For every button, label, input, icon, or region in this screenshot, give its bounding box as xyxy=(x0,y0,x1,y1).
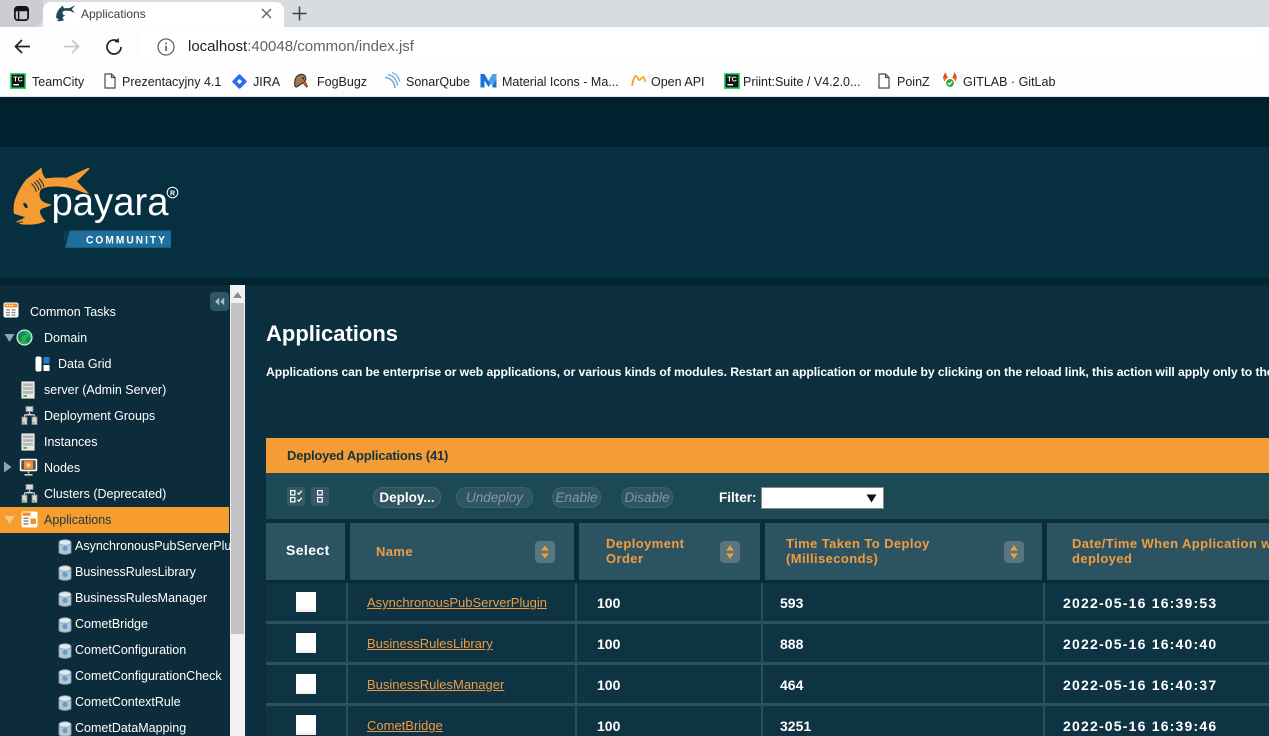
svg-text:R: R xyxy=(170,191,175,198)
svg-text:COMMUNITY: COMMUNITY xyxy=(86,235,167,247)
svg-text:payara: payara xyxy=(52,181,169,224)
